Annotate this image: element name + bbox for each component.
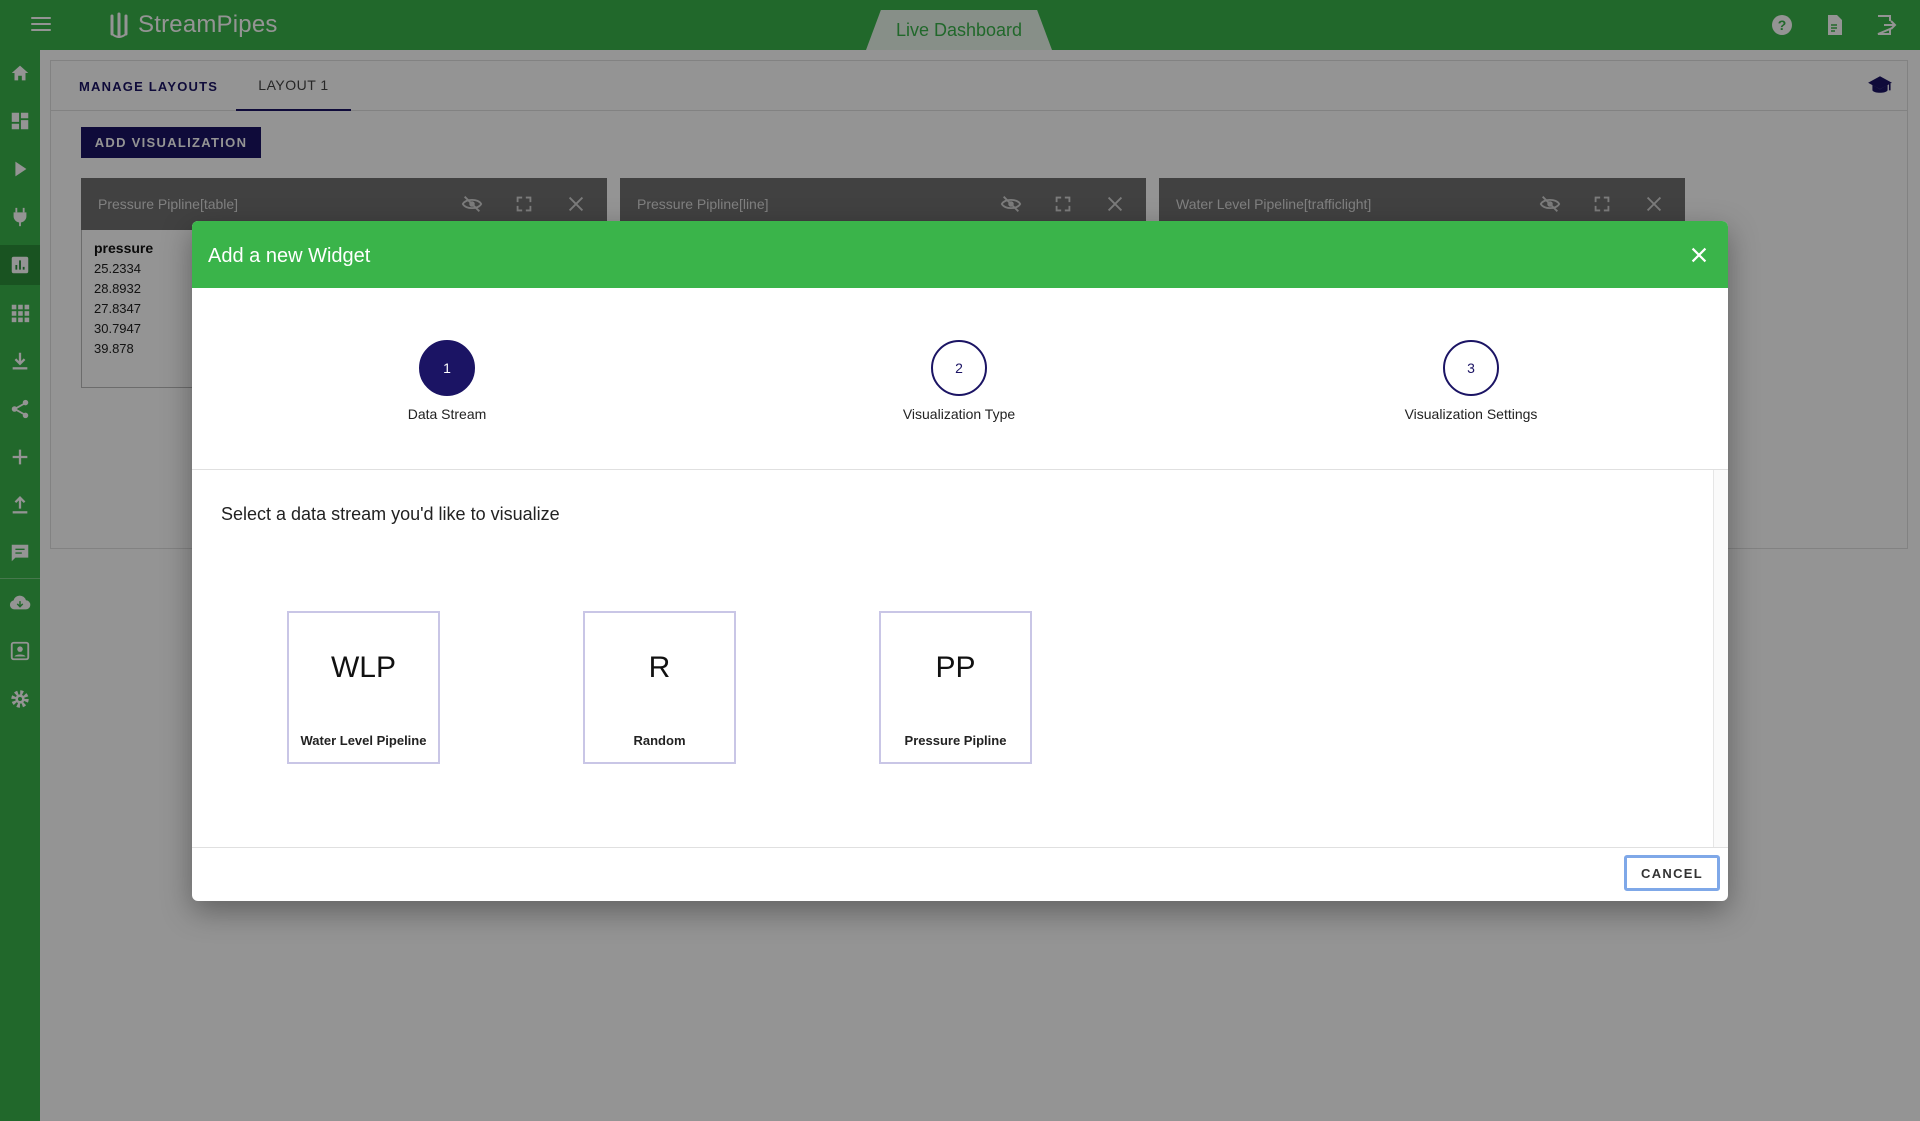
stream-abbreviation: R bbox=[648, 651, 671, 684]
widget-stepper: 1 Data Stream 2 Visualization Type 3 Vis… bbox=[192, 288, 1728, 470]
dialog-footer: CANCEL bbox=[192, 848, 1728, 900]
instruction-text: Select a data stream you'd like to visua… bbox=[221, 504, 560, 524]
stream-name: Pressure Pipline bbox=[904, 733, 1007, 748]
dialog-header: Add a new Widget bbox=[192, 221, 1728, 288]
step-number: 2 bbox=[931, 340, 987, 396]
step-data-stream[interactable]: 1 Data Stream bbox=[347, 340, 547, 422]
dialog-title: Add a new Widget bbox=[208, 245, 371, 267]
stream-card-water-level-pipeline[interactable]: WLP Water Level Pipeline bbox=[287, 611, 440, 764]
stream-name: Water Level Pipeline bbox=[300, 733, 427, 748]
step-label: Data Stream bbox=[407, 406, 487, 422]
stream-abbreviation: WLP bbox=[330, 651, 396, 684]
step-visualization-settings[interactable]: 3 Visualization Settings bbox=[1371, 340, 1571, 422]
stream-abbreviation: PP bbox=[935, 651, 976, 684]
step-label: Visualization Type bbox=[902, 406, 1016, 422]
stream-card-pressure-pipline[interactable]: PP Pressure Pipline bbox=[879, 611, 1032, 764]
step-label: Visualization Settings bbox=[1404, 406, 1538, 422]
step-visualization-type[interactable]: 2 Visualization Type bbox=[859, 340, 1059, 422]
cancel-button[interactable]: CANCEL bbox=[1624, 855, 1720, 891]
step-number: 1 bbox=[419, 340, 475, 396]
dialog-body: Select a data stream you'd like to visua… bbox=[192, 470, 1728, 848]
close-icon[interactable] bbox=[1688, 244, 1710, 266]
stream-card-random[interactable]: R Random bbox=[583, 611, 736, 764]
stream-name: Random bbox=[633, 733, 686, 748]
add-widget-dialog: Add a new Widget 1 Data Stream 2 Visuali… bbox=[192, 221, 1728, 901]
step-number: 3 bbox=[1443, 340, 1499, 396]
dialog-scrollbar[interactable] bbox=[1713, 470, 1728, 847]
